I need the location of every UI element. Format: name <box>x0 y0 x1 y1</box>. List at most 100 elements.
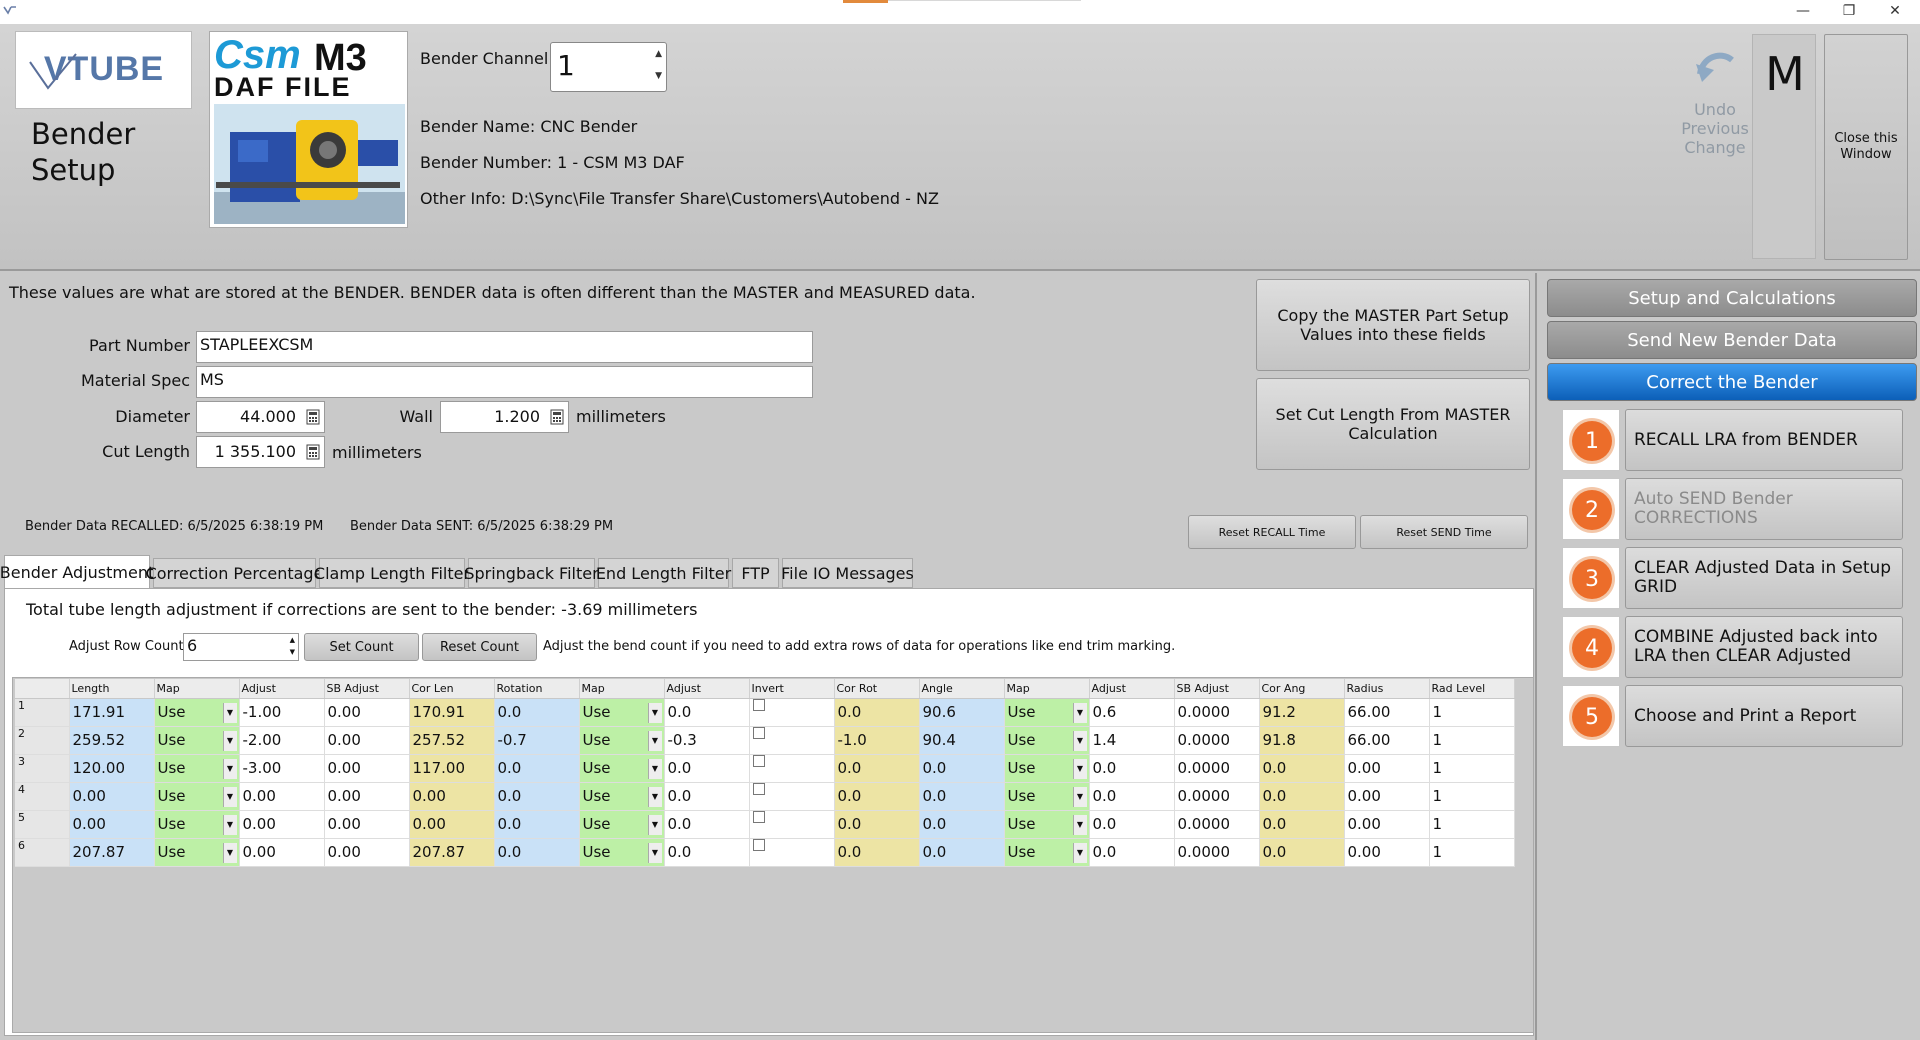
column-header[interactable]: Cor Rot <box>834 679 920 699</box>
grid-cell[interactable]: 0.00 <box>1344 838 1430 867</box>
invert-cell[interactable] <box>749 782 835 811</box>
part-number-field[interactable]: STAPLEEXCSM <box>196 331 813 363</box>
grid-cell[interactable]: 91.8 <box>1259 726 1345 755</box>
map-dropdown[interactable]: Use ▼ <box>154 726 240 755</box>
grid-cell[interactable]: 0.0 <box>834 698 920 727</box>
calculator-icon[interactable] <box>306 444 320 460</box>
map-dropdown[interactable]: Use ▼ <box>154 698 240 727</box>
grid-cell[interactable]: 0.0 <box>834 754 920 783</box>
map-dropdown[interactable]: Use ▼ <box>154 810 240 839</box>
chevron-down-icon[interactable]: ▼ <box>1072 730 1087 751</box>
grid-cell[interactable]: -3.00 <box>239 754 325 783</box>
reset-count-button[interactable]: Reset Count <box>422 633 537 661</box>
recall-lra-button[interactable]: RECALL LRA from BENDER <box>1625 409 1903 471</box>
undo-previous-change-button[interactable]: Undo Previous Change <box>1672 34 1758 256</box>
chevron-down-icon[interactable]: ▼ <box>647 842 662 863</box>
grid-cell[interactable]: 1 <box>1429 782 1515 811</box>
grid-cell[interactable]: 1 <box>1429 754 1515 783</box>
grid-cell[interactable]: 90.6 <box>919 698 1005 727</box>
chevron-down-icon[interactable]: ▼ <box>647 814 662 835</box>
calculator-icon[interactable] <box>306 409 320 425</box>
nav-correct-the-bender[interactable]: Correct the Bender <box>1547 363 1917 401</box>
grid-cell[interactable]: 90.4 <box>919 726 1005 755</box>
invert-cell[interactable] <box>749 838 835 867</box>
chevron-down-icon[interactable]: ▼ <box>1072 758 1087 779</box>
diameter-field[interactable]: 44.000 <box>196 401 325 433</box>
tab-correction-percentage[interactable]: Correction Percentage <box>146 558 323 588</box>
grid-cell[interactable]: 0.0 <box>919 810 1005 839</box>
grid-cell[interactable]: 91.2 <box>1259 698 1345 727</box>
reset-recall-time-button[interactable]: Reset RECALL Time <box>1188 515 1356 549</box>
grid-cell[interactable]: 0.0000 <box>1174 726 1260 755</box>
grid-cell[interactable]: 0.0 <box>919 782 1005 811</box>
grid-cell[interactable]: 0.0 <box>1089 754 1175 783</box>
grid-cell[interactable]: 0.0 <box>494 810 580 839</box>
grid-cell[interactable]: 0.00 <box>239 838 325 867</box>
grid-cell[interactable]: 0.00 <box>324 754 410 783</box>
chevron-down-icon[interactable]: ▼ <box>222 702 237 723</box>
grid-cell[interactable]: 0.00 <box>409 782 495 811</box>
column-header[interactable]: Rotation <box>494 679 580 699</box>
grid-cell[interactable]: 0.0 <box>664 698 750 727</box>
grid-cell[interactable]: 0.6 <box>1089 698 1175 727</box>
grid-cell[interactable]: -1.00 <box>239 698 325 727</box>
grid-cell[interactable]: 0.00 <box>1344 754 1430 783</box>
invert-checkbox[interactable] <box>752 699 765 711</box>
grid-cell[interactable]: 0.0 <box>494 698 580 727</box>
invert-cell[interactable] <box>749 726 835 755</box>
grid-cell[interactable]: 0.0 <box>1259 754 1345 783</box>
grid-cell[interactable]: -2.00 <box>239 726 325 755</box>
grid-cell[interactable]: 0.00 <box>324 726 410 755</box>
invert-checkbox[interactable] <box>752 839 765 851</box>
map-dropdown[interactable]: Use ▼ <box>154 754 240 783</box>
map-dropdown[interactable]: Use ▼ <box>1004 782 1090 811</box>
grid-cell[interactable]: 66.00 <box>1344 726 1430 755</box>
map-dropdown[interactable]: Use ▼ <box>579 754 665 783</box>
grid-cell[interactable]: 1.4 <box>1089 726 1175 755</box>
grid-cell[interactable]: 0.00 <box>409 810 495 839</box>
map-dropdown[interactable]: Use ▼ <box>1004 698 1090 727</box>
close-window-button[interactable]: ✕ <box>1872 0 1918 22</box>
invert-checkbox[interactable] <box>752 811 765 823</box>
grid-cell[interactable]: 1 <box>1429 810 1515 839</box>
map-dropdown[interactable]: Use ▼ <box>579 838 665 867</box>
chevron-down-icon[interactable]: ▼ <box>1072 786 1087 807</box>
column-header[interactable]: Rad Level <box>1429 679 1515 699</box>
tab-springback-filter[interactable]: Springback Filter <box>464 558 599 588</box>
grid-cell[interactable]: 0.0 <box>494 754 580 783</box>
column-header[interactable]: SB Adjust <box>324 679 410 699</box>
auto-send-corrections-button[interactable]: Auto SEND Bender CORRECTIONS <box>1625 478 1903 540</box>
grid-cell[interactable]: 0.00 <box>324 782 410 811</box>
column-header[interactable]: Adjust <box>239 679 325 699</box>
grid-cell[interactable]: -1.0 <box>834 726 920 755</box>
map-dropdown[interactable]: Use ▼ <box>1004 838 1090 867</box>
map-dropdown[interactable]: Use ▼ <box>579 782 665 811</box>
grid-cell[interactable]: 207.87 <box>69 838 155 867</box>
grid-cell[interactable]: 0.00 <box>239 810 325 839</box>
grid-cell[interactable]: 0.0 <box>834 810 920 839</box>
invert-checkbox[interactable] <box>752 755 765 767</box>
grid-cell[interactable]: 0.0000 <box>1174 754 1260 783</box>
column-header[interactable]: Adjust <box>1089 679 1175 699</box>
grid-cell[interactable]: 1 <box>1429 698 1515 727</box>
map-dropdown[interactable]: Use ▼ <box>154 838 240 867</box>
grid-cell[interactable]: 0.0 <box>919 754 1005 783</box>
grid-cell[interactable]: 0.00 <box>324 698 410 727</box>
grid-cell[interactable]: 0.0 <box>494 782 580 811</box>
grid-cell[interactable]: 0.0 <box>1259 782 1345 811</box>
grid-cell[interactable]: 0.00 <box>69 782 155 811</box>
grid-cell[interactable]: 259.52 <box>69 726 155 755</box>
combine-adjusted-button[interactable]: COMBINE Adjusted back into LRA then CLEA… <box>1625 616 1903 678</box>
grid-cell[interactable]: 0.0 <box>664 754 750 783</box>
spin-up-icon[interactable]: ▲ <box>290 636 295 644</box>
grid-cell[interactable]: 1 <box>1429 726 1515 755</box>
grid-cell[interactable]: 0.0 <box>1089 782 1175 811</box>
chevron-down-icon[interactable]: ▼ <box>1072 702 1087 723</box>
grid-cell[interactable]: 0.0 <box>1259 838 1345 867</box>
chevron-down-icon[interactable]: ▼ <box>647 702 662 723</box>
tab-file-io-messages[interactable]: File IO Messages <box>781 558 914 588</box>
grid-cell[interactable]: 66.00 <box>1344 698 1430 727</box>
grid-cell[interactable]: 0.0 <box>919 838 1005 867</box>
grid-cell[interactable]: 0.00 <box>69 810 155 839</box>
chevron-down-icon[interactable]: ▼ <box>1072 814 1087 835</box>
